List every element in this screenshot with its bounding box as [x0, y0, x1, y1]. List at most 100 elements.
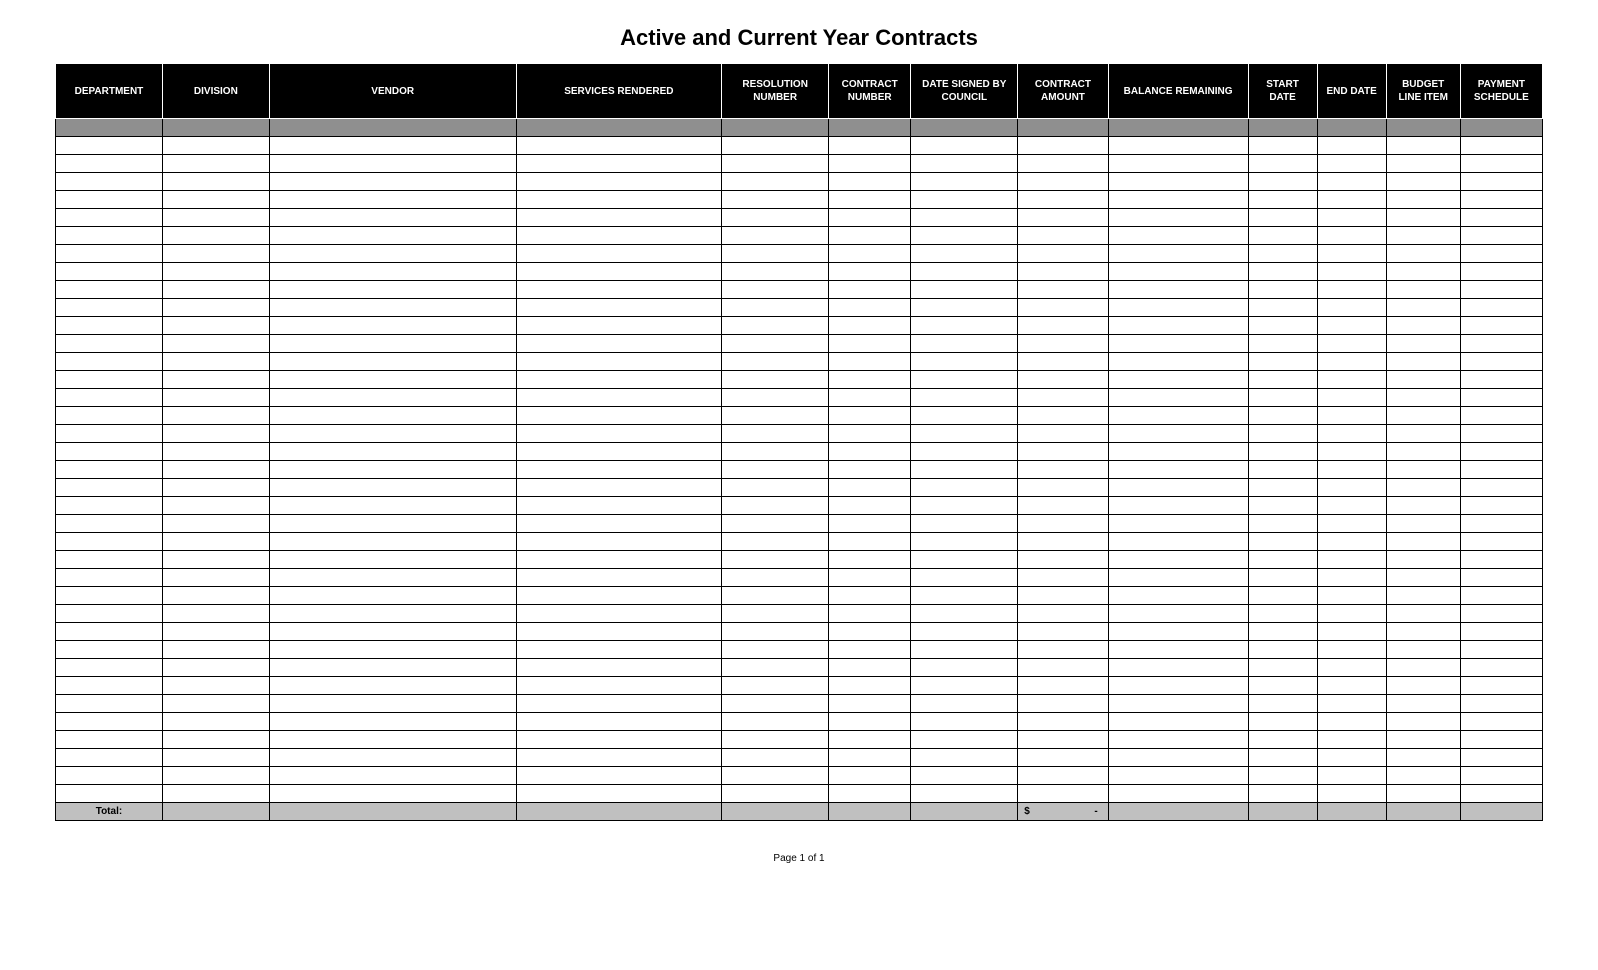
table-cell [722, 227, 829, 245]
table-cell [516, 407, 722, 425]
table-cell [1460, 227, 1542, 245]
table-cell [1386, 317, 1460, 335]
table-cell [516, 209, 722, 227]
table-cell [1317, 497, 1386, 515]
table-row [56, 119, 1543, 137]
table-cell [1460, 785, 1542, 803]
table-cell [56, 299, 163, 317]
table-cell [1248, 425, 1317, 443]
table-cell [1460, 461, 1542, 479]
table-cell [1108, 713, 1248, 731]
table-cell [1386, 551, 1460, 569]
table-cell [1018, 407, 1108, 425]
table-cell [1386, 371, 1460, 389]
table-cell [56, 245, 163, 263]
table-cell [1317, 515, 1386, 533]
table-cell [1386, 119, 1460, 137]
table-cell [56, 659, 163, 677]
table-cell [1108, 137, 1248, 155]
table-cell [1386, 191, 1460, 209]
table-cell [911, 407, 1018, 425]
table-cell [911, 551, 1018, 569]
table-cell [1460, 335, 1542, 353]
table-cell [1018, 641, 1108, 659]
table-cell [1460, 641, 1542, 659]
table-cell [269, 749, 516, 767]
table-cell [1386, 425, 1460, 443]
col-header-date-signed: DATE SIGNED BY COUNCIL [911, 64, 1018, 119]
table-cell [1460, 677, 1542, 695]
table-cell [829, 677, 911, 695]
table-cell [516, 713, 722, 731]
table-cell [1018, 695, 1108, 713]
table-cell [162, 497, 269, 515]
table-cell [1460, 569, 1542, 587]
table-cell [516, 335, 722, 353]
table-cell [829, 767, 911, 785]
table-cell [1317, 569, 1386, 587]
table-cell [269, 587, 516, 605]
table-cell [722, 461, 829, 479]
table-cell [1108, 443, 1248, 461]
table-cell [1317, 659, 1386, 677]
table-cell [162, 263, 269, 281]
table-cell [1386, 731, 1460, 749]
table-cell [1317, 713, 1386, 731]
table-cell [1460, 533, 1542, 551]
table-cell [56, 551, 163, 569]
table-cell [1460, 173, 1542, 191]
table-cell [1018, 731, 1108, 749]
table-cell [516, 497, 722, 515]
table-cell [1386, 533, 1460, 551]
table-cell [1386, 245, 1460, 263]
table-row [56, 137, 1543, 155]
table-cell [516, 659, 722, 677]
table-cell [911, 245, 1018, 263]
table-cell [162, 245, 269, 263]
table-cell [911, 119, 1018, 137]
table-cell [162, 695, 269, 713]
table-cell [269, 713, 516, 731]
table-cell [269, 767, 516, 785]
table-cell [1018, 137, 1108, 155]
table-cell [1248, 137, 1317, 155]
table-cell [911, 605, 1018, 623]
table-cell [56, 569, 163, 587]
table-cell [1018, 155, 1108, 173]
table-cell [1317, 245, 1386, 263]
table-cell [1460, 245, 1542, 263]
table-cell [1018, 443, 1108, 461]
table-row [56, 245, 1543, 263]
table-cell [1317, 641, 1386, 659]
table-cell [1317, 209, 1386, 227]
table-cell [1460, 695, 1542, 713]
table-cell [56, 353, 163, 371]
table-cell [56, 425, 163, 443]
table-row [56, 317, 1543, 335]
table-cell [56, 785, 163, 803]
table-cell [829, 407, 911, 425]
table-cell [162, 209, 269, 227]
table-cell [829, 731, 911, 749]
table-cell [911, 497, 1018, 515]
table-cell [911, 209, 1018, 227]
table-cell [1317, 803, 1386, 821]
table-cell [162, 371, 269, 389]
table-cell [1317, 767, 1386, 785]
table-cell [56, 731, 163, 749]
table-cell [1386, 749, 1460, 767]
table-cell [516, 587, 722, 605]
table-cell [829, 245, 911, 263]
table-cell [722, 317, 829, 335]
table-cell [1386, 389, 1460, 407]
table-cell [1317, 677, 1386, 695]
table-cell [1460, 749, 1542, 767]
table-cell [1460, 659, 1542, 677]
table-row [56, 785, 1543, 803]
table-cell [1018, 209, 1108, 227]
table-cell [1460, 299, 1542, 317]
table-cell [1460, 155, 1542, 173]
table-cell [829, 587, 911, 605]
table-cell [1386, 263, 1460, 281]
table-cell [1248, 191, 1317, 209]
